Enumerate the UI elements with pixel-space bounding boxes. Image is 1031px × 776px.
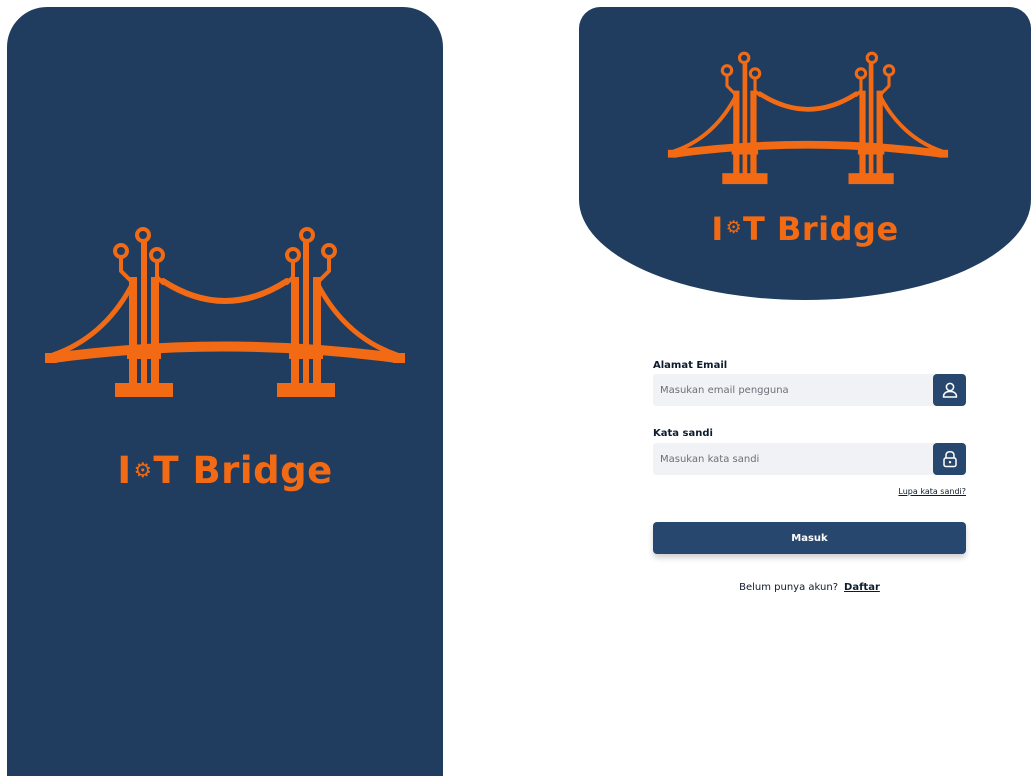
splash-screen: I⚙T Bridge (7, 7, 443, 776)
brand-suffix: T Bridge (743, 210, 899, 248)
gear-icon: ⚙ (133, 457, 153, 482)
suspension-bridge-icon (45, 221, 405, 411)
brand-wordmark: I⚙T Bridge (7, 447, 443, 497)
email-field (653, 374, 966, 406)
login-header: I ⚙T Bridge (579, 7, 1031, 300)
signup-link[interactable]: Daftar (844, 582, 880, 593)
brand-prefix: I (117, 449, 132, 492)
signup-row: Belum punya akun? Daftar (653, 582, 966, 593)
gear-icon: ⚙ (725, 218, 743, 238)
brand-suffix: T Bridge (153, 449, 333, 492)
password-field (653, 443, 966, 475)
password-input[interactable] (653, 443, 930, 475)
forgot-password-link[interactable]: Lupa kata sandi? (898, 487, 966, 496)
suspension-bridge-icon (659, 47, 957, 195)
email-input[interactable] (653, 374, 930, 406)
email-label: Alamat Email (653, 360, 728, 371)
brand-prefix: I (711, 210, 724, 248)
login-button[interactable]: Masuk (653, 522, 966, 554)
signup-prompt: Belum punya akun? (739, 582, 839, 593)
user-icon (942, 382, 957, 398)
lock-icon-button[interactable] (933, 443, 966, 475)
password-label: Kata sandi (653, 428, 713, 439)
brand-wordmark: I⚙T Bridge (579, 207, 1031, 253)
lock-icon (942, 451, 957, 468)
user-icon-button[interactable] (933, 374, 966, 406)
